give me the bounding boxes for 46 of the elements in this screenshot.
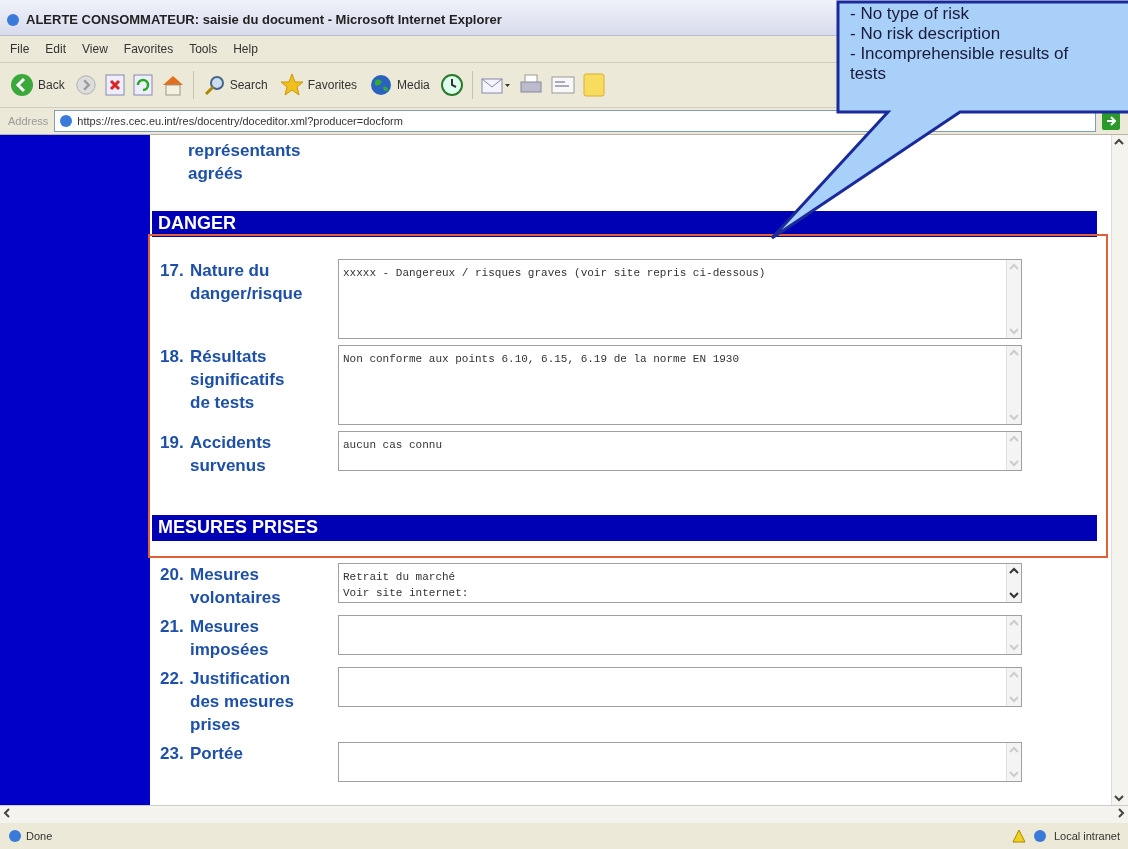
text-area[interactable]: Retrait du marché Voir site internet: xyxy=(338,563,1022,603)
field-number: 17. xyxy=(160,260,185,282)
window-title: ALERTE CONSOMMATEUR: saisie du document - Microsoft Internet Explorer xyxy=(26,12,502,27)
media-button[interactable]: Media xyxy=(367,71,432,99)
field-number: 22. xyxy=(160,668,185,690)
field-number: 20. xyxy=(160,564,185,586)
search-button[interactable]: Search xyxy=(201,72,270,98)
field-label: Nature du danger/risque xyxy=(190,260,304,305)
field-number: 21. xyxy=(160,616,185,638)
menu-item[interactable]: View xyxy=(82,42,108,56)
field-label: Justification des mesures prises xyxy=(190,668,295,736)
warning-icon xyxy=(1011,829,1026,843)
field-label: représentants agréés xyxy=(187,140,302,185)
section-header: MESURES PRISES xyxy=(152,515,1097,541)
address-field[interactable]: https://res.cec.eu.int/res/docentry/doceditor.xml?producer=docform xyxy=(54,110,1096,132)
clock-icon[interactable] xyxy=(439,73,464,97)
field-number: 23. xyxy=(160,743,185,765)
field-label: Accidents survenus xyxy=(190,432,273,477)
menu-item[interactable]: File xyxy=(10,42,30,56)
favorites-button[interactable]: Favorites xyxy=(277,71,360,99)
field-label: Mesures volontaires xyxy=(190,564,282,609)
zone-text: Local intranet xyxy=(1053,830,1120,842)
search-icon xyxy=(203,74,226,96)
section-header: DANGER xyxy=(152,211,1097,237)
document-icon[interactable] xyxy=(550,75,575,95)
callout-text: - No risk description xyxy=(850,24,1002,44)
printer-icon[interactable] xyxy=(518,74,543,96)
refresh-icon[interactable] xyxy=(132,74,153,96)
back-button[interactable]: Back xyxy=(8,71,67,99)
stop-icon[interactable] xyxy=(104,74,125,96)
menu-item[interactable]: Favorites xyxy=(123,42,174,56)
status-text: Done xyxy=(26,830,53,842)
menu-item[interactable]: Tools xyxy=(189,42,218,56)
globe-icon xyxy=(369,73,394,97)
menu-item[interactable]: Edit xyxy=(45,42,67,56)
field-label: Portée xyxy=(190,743,244,765)
field-number: 19. xyxy=(160,432,185,454)
menu-item[interactable]: Help xyxy=(233,42,258,56)
callout-text: - No type of risk xyxy=(850,4,971,24)
field-label: Mesures imposées xyxy=(190,616,270,661)
callout-text: - Incomprehensible results of tests xyxy=(850,44,1070,84)
address-label: Address xyxy=(8,115,49,127)
field-number: 18. xyxy=(160,346,185,368)
star-icon xyxy=(279,73,304,97)
field-label: Résultats significatifs de tests xyxy=(190,346,286,414)
note-icon[interactable] xyxy=(582,73,605,97)
